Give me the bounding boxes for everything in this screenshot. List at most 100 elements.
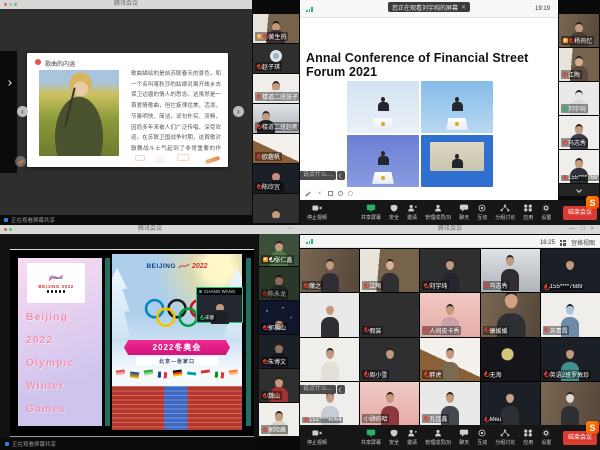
speaker-figure [450, 97, 464, 115]
stop-video-button[interactable]: 停止视频 [307, 429, 327, 446]
participant-tile[interactable]: 黄生热 [253, 14, 299, 43]
invite-button[interactable]: 邀请 [407, 204, 417, 221]
participant-tile[interactable]: 郭福山 [259, 301, 299, 334]
participant-tile[interactable]: 155****7689 [541, 249, 600, 292]
participant-tile[interactable]: 魏山 [259, 369, 299, 402]
security-button[interactable]: 安全 [389, 204, 399, 221]
participant-tile[interactable]: 假装 [360, 293, 419, 336]
participant-tile[interactable]: 刘宇纯 [559, 82, 599, 115]
speaker-figure [450, 154, 464, 172]
participant-tile[interactable] [300, 338, 359, 381]
participant-tile[interactable]: 马志秀 [481, 249, 540, 292]
settings-button[interactable]: 设置 [541, 204, 551, 221]
participants-gallery: 魔之 江陶 刘宇纯 马志秀 155****7689 假装 人间皮卡秀 康媛媛 苏… [300, 249, 600, 425]
annotate-settings-icon[interactable] [348, 191, 353, 196]
participant-tile[interactable] [541, 382, 600, 425]
participant-tile[interactable]: 楼道二班赵雨晴 [253, 104, 299, 133]
invite-icon [407, 204, 417, 212]
presentation-area: BEIJING 2022 Beijing 2022 Olympic Winter… [0, 235, 258, 450]
participant-tile[interactable]: 朱博文 [259, 335, 299, 368]
participant-tile[interactable]: 人间皮卡秀 [420, 293, 479, 336]
participant-tile[interactable]: 马志秀 [559, 116, 599, 149]
expand-panel-icon [6, 80, 12, 86]
participant-tile[interactable]: 赵子琪 [253, 44, 299, 73]
participant-tile[interactable]: 苏青霞 [541, 293, 600, 336]
participant-tile[interactable]: 江陶 [360, 249, 419, 292]
collapse-sidebar-button[interactable] [559, 184, 599, 196]
participant-tile[interactable]: 无淘 [481, 338, 540, 381]
participant-tile[interactable]: 郭险峰 [259, 403, 299, 436]
window-controls[interactable] [4, 228, 12, 231]
annotate-close-icon[interactable]: × [316, 190, 323, 197]
participant-tile[interactable]: 小顾的哈 [360, 382, 419, 425]
thumbnail-header: CHANG WANG [197, 288, 242, 295]
breakout-rooms-button[interactable]: 分组讨论 [495, 429, 515, 446]
collapse-chat-button[interactable] [337, 385, 345, 394]
window-controls[interactable] [4, 3, 17, 6]
manage-members-button[interactable]: 管理成员(9) [425, 429, 451, 446]
participant-tile[interactable]: 欧趣帆 [253, 134, 299, 163]
meeting-time: 16:25 [540, 240, 555, 246]
participant-tile[interactable]: 胖虎 [420, 338, 479, 381]
chat-button[interactable]: 聊天 [459, 429, 469, 446]
share-screen-button[interactable]: 共享屏幕 [361, 204, 381, 221]
window-controls[interactable]: — □ × [570, 225, 596, 234]
floating-speaker-thumbnail[interactable]: CHANG WANG 宋健 [196, 287, 243, 323]
window-more-controls[interactable]: ⋯ [288, 225, 296, 234]
mic-muted-icon [257, 94, 261, 100]
poster-subtitle: 北京—张家口 [136, 357, 218, 365]
apps-button[interactable]: 应用 [523, 429, 533, 446]
invite-button[interactable]: 邀请 [407, 429, 417, 446]
interaction-button[interactable]: 互动 [477, 429, 487, 446]
participant-tile[interactable]: 康媛媛 [481, 293, 540, 336]
collapsed-panel[interactable] [0, 51, 17, 173]
participant-tile[interactable] [300, 293, 359, 336]
mic-muted-icon [563, 175, 567, 181]
interaction-button[interactable]: 互动 [477, 204, 487, 221]
settings-button[interactable]: 设置 [541, 429, 551, 446]
security-button[interactable]: 安全 [389, 429, 399, 446]
annotate-button[interactable] [15, 156, 26, 167]
participant-tile[interactable]: 155****7689 [559, 150, 599, 183]
participant-tile[interactable]: 楼道二班张子涵 [253, 74, 299, 103]
screenshot-root: 腾讯会议 歌曲的内涵 歌曲描绘的是前苏联春天的景色，和一个名叫喀秋莎的姑娘对离开… [0, 0, 600, 450]
mic-muted-icon [257, 154, 261, 160]
chat-button[interactable]: 聊天 [459, 204, 469, 221]
close-icon[interactable]: ✕ [461, 4, 466, 11]
participant-label: 魔之 [302, 281, 323, 290]
slide-photo-woman-soldier [39, 70, 119, 156]
participant-tile[interactable]: 周小雪 [360, 338, 419, 381]
breakout-rooms-button[interactable]: 分组讨论 [495, 204, 515, 221]
participant-tile[interactable]: Meu [481, 382, 540, 425]
apps-button[interactable]: 应用 [523, 204, 533, 221]
participant-tile[interactable]: 江陶 [559, 48, 599, 81]
annotate-pencil-icon[interactable] [305, 191, 311, 196]
participant-tile[interactable]: 孔佳鑫 [420, 382, 479, 425]
stop-video-button[interactable]: 停止视频 [307, 204, 327, 221]
participant-video [300, 338, 359, 381]
annotate-laser-icon[interactable] [338, 191, 343, 196]
participants-sidebar: 张仁鑫 陈永龙 郭福山 朱博文 魏山 郭险峰 [258, 225, 300, 450]
participant-tile[interactable]: 杨热忆 [559, 14, 599, 47]
participant-tile[interactable]: 陈欣宜 [253, 164, 299, 193]
mic-muted-icon [257, 184, 261, 190]
sogou-watermark-logo: S [586, 196, 599, 209]
participant-tile[interactable]: 英语2班罗敦珍 [541, 338, 600, 381]
share-screen-button[interactable]: 共享屏幕 [361, 429, 381, 446]
mic-muted-icon [364, 371, 368, 377]
collapse-chat-button[interactable] [337, 171, 345, 180]
shared-slide: BEIJING 2022 Beijing 2022 Olympic Winter… [10, 249, 254, 437]
next-slide-button[interactable]: › [233, 106, 244, 117]
previous-slide-button[interactable]: ‹ [17, 106, 28, 117]
participant-tile[interactable]: 魔之 [300, 249, 359, 292]
participant-tile[interactable]: 陈永龙 [259, 267, 299, 300]
quick-chat-pill[interactable]: 说点什么… [300, 385, 345, 394]
quick-chat-pill[interactable]: 说点什么… [300, 171, 345, 180]
annotate-shape-icon[interactable] [328, 191, 333, 196]
participant-tile[interactable]: 张仁鑫 [259, 233, 299, 266]
participant-label: 马志秀 [561, 138, 588, 147]
participant-tile[interactable]: 刘宇纯 [420, 249, 479, 292]
manage-members-button[interactable]: 管理成员(9) [425, 204, 451, 221]
grid-view-button[interactable]: 宫格视图 [571, 238, 595, 247]
participant-tile[interactable] [253, 194, 299, 223]
